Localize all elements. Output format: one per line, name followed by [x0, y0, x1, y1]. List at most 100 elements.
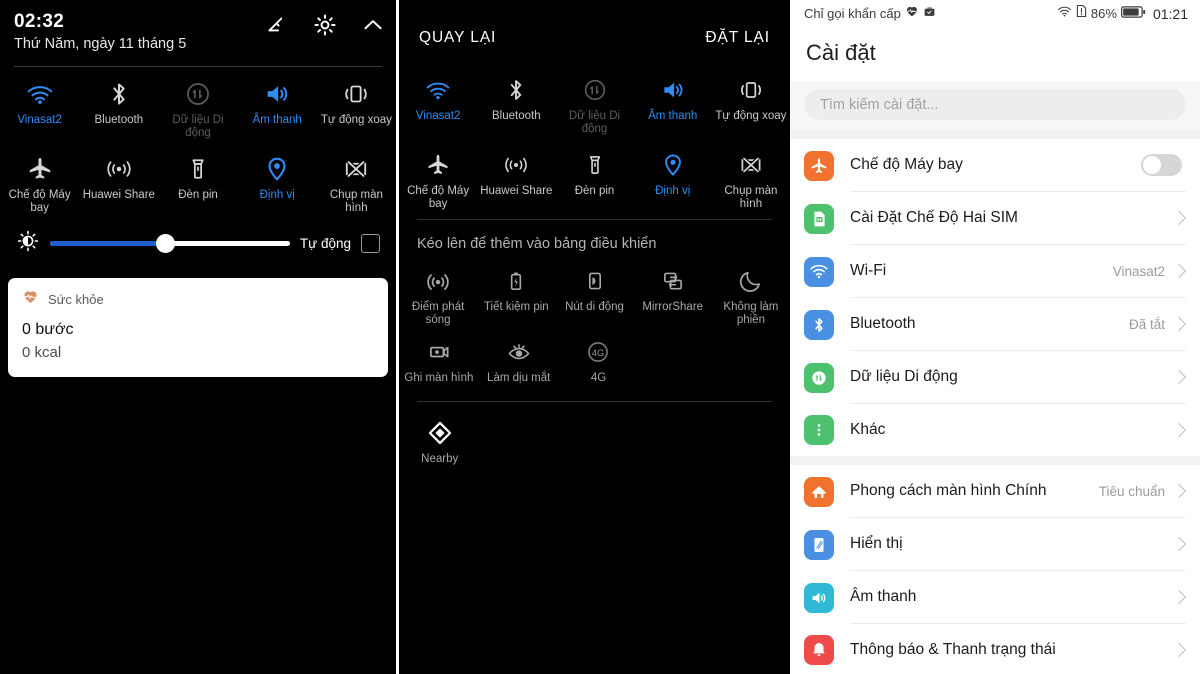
qs-tile-mobile-data[interactable]: Dữ liệu Di động — [158, 75, 237, 142]
settings-row-mobile-data[interactable]: Dữ liệu Di động — [790, 351, 1200, 404]
qs-tile-screenshot[interactable]: Chụp màn hình — [317, 150, 396, 217]
qs-label: Âm thanh — [648, 110, 698, 122]
qs-tile-bluetooth[interactable]: Bluetooth — [477, 71, 555, 138]
qs-label: Dữ liệu Di động — [172, 114, 224, 139]
reset-button[interactable]: ĐẶT LẠI — [705, 29, 770, 47]
qs-tile-mobile-data[interactable]: Dữ liệu Di động — [555, 71, 633, 138]
nearby-icon — [426, 418, 454, 448]
airplane-mode-toggle[interactable] — [1141, 154, 1182, 176]
qs-tile-airplane[interactable]: Chế độ Máy bay — [0, 150, 79, 217]
qs-tile-do-not-disturb[interactable]: Không làm phiền — [712, 260, 790, 329]
qs-label: Chế độ Máy bay — [8, 189, 71, 214]
brightness-slider-fill — [50, 241, 166, 246]
row-label: Bluetooth — [850, 315, 916, 332]
settings-row-sound[interactable]: Âm thanh — [790, 571, 1200, 624]
row-value: Vinasat2 — [1112, 263, 1165, 279]
settings-row-bluetooth[interactable]: Bluetooth Đã tắt — [790, 298, 1200, 351]
mobile-data-icon — [804, 362, 834, 393]
qs-tile-mirrorshare[interactable]: MirrorShare — [634, 260, 712, 329]
display-icon — [804, 529, 834, 560]
chevron-right-icon — [1171, 536, 1187, 552]
row-label: Âm thanh — [850, 588, 917, 605]
huawei-share-icon — [104, 154, 134, 184]
brightness-icon — [16, 229, 40, 258]
qs-tile-flashlight[interactable]: Đèn pin — [555, 146, 633, 213]
notification-card-health[interactable]: Sức khỏe 0 bước 0 kcal — [8, 278, 388, 377]
settings-row-notifications[interactable]: Thông báo & Thanh trạng thái — [790, 624, 1200, 674]
qs-tile-bluetooth[interactable]: Bluetooth — [79, 75, 158, 142]
carrier-label: Chỉ gọi khẩn cấp — [804, 6, 901, 21]
row-body: Bluetooth Đã tắt — [850, 298, 1187, 351]
settings-row-home-screen-style[interactable]: Phong cách màn hình Chính Tiêu chuẩn — [790, 465, 1200, 518]
sound-icon — [804, 582, 834, 613]
qs-tile-location[interactable]: Định vị — [634, 146, 712, 213]
qs-label: Định vị — [259, 189, 295, 201]
search-input[interactable]: Tìm kiếm cài đặt... — [804, 89, 1186, 120]
settings-row-wifi[interactable]: Wi-Fi Vinasat2 — [790, 245, 1200, 298]
qs-tile-location[interactable]: Định vị — [238, 150, 317, 217]
auto-brightness-checkbox[interactable] — [361, 234, 380, 253]
qs-label: Nút di động — [565, 301, 624, 313]
chevron-right-icon — [1171, 316, 1187, 332]
airplane-icon — [425, 150, 451, 180]
row-body: Wi-Fi Vinasat2 — [850, 245, 1187, 298]
chevron-right-icon — [1171, 210, 1187, 226]
settings-row-dual-sim[interactable]: Cài Đặt Chế Độ Hai SIM — [790, 192, 1200, 245]
brightness-slider-knob[interactable] — [156, 234, 176, 253]
qs-tile-battery-saver[interactable]: Tiết kiệm pin — [477, 260, 555, 329]
group-gap — [790, 130, 1200, 139]
qs-tile-wifi[interactable]: Vinasat2 — [399, 71, 477, 138]
edit-icon[interactable] — [264, 12, 290, 38]
qs-tile-screenshot[interactable]: Chụp màn hình — [712, 146, 790, 213]
qs-label: 4G — [590, 372, 607, 384]
qs-tile-floating-button[interactable]: Nút di động — [555, 260, 633, 329]
screen-record-icon — [426, 337, 452, 367]
qs-tile-huawei-share[interactable]: Huawei Share — [477, 146, 555, 213]
settings-row-display[interactable]: Hiển thị — [790, 518, 1200, 571]
auto-rotate-icon — [341, 79, 371, 109]
shade-header-actions — [264, 12, 386, 38]
qs-tile-sound[interactable]: Âm thanh — [238, 75, 317, 142]
chevron-up-icon[interactable] — [360, 12, 386, 38]
qs-tile-sound[interactable]: Âm thanh — [634, 71, 712, 138]
settings-status-bar: Chỉ gọi khẩn cấp 86% 01:21 — [790, 0, 1200, 27]
back-button[interactable]: QUAY LẠI — [419, 29, 496, 47]
qs-tile-auto-rotate[interactable]: Tự động xoay — [712, 71, 790, 138]
qs-tile-screen-record[interactable]: Ghi màn hình — [399, 331, 479, 387]
qs-label: Chế độ Máy bay — [407, 185, 470, 210]
qs-tile-auto-rotate[interactable]: Tự động xoay — [317, 75, 396, 142]
qs-tile-eye-comfort[interactable]: Làm dịu mắt — [479, 331, 559, 387]
brightness-slider[interactable] — [50, 234, 290, 253]
grid-spacer — [714, 331, 790, 387]
settings-row-more[interactable]: Khác — [790, 404, 1200, 456]
qs-tile-nearby[interactable]: Nearby — [399, 412, 480, 468]
edit-toolbar: QUAY LẠI ĐẶT LẠI — [399, 0, 790, 63]
page-title: Cài đặt — [790, 27, 1200, 81]
row-label: Dữ liệu Di động — [850, 368, 958, 385]
bluetooth-icon — [503, 75, 529, 105]
qs-label: Huawei Share — [480, 185, 553, 197]
settings-row-airplane-mode[interactable]: Chế độ Máy bay — [790, 139, 1200, 192]
qs-tile-wifi[interactable]: Vinasat2 — [0, 75, 79, 142]
battery-icon — [1120, 5, 1146, 23]
qs-label: Tự động xoay — [715, 110, 787, 122]
auto-rotate-icon — [737, 75, 765, 105]
qs-tile-huawei-share[interactable]: Huawei Share — [79, 150, 158, 217]
do-not-disturb-icon — [738, 266, 764, 296]
status-clock: 01:21 — [1152, 5, 1188, 22]
qs-label: Điểm phát sóng — [411, 301, 465, 326]
qs-tile-flashlight[interactable]: Đèn pin — [158, 150, 237, 217]
notification-shade-panel: 02:32 Thứ Năm, ngày 11 tháng 5 Vinasat2 … — [0, 0, 396, 674]
qs-tile-airplane[interactable]: Chế độ Máy bay — [399, 146, 477, 213]
sound-icon — [660, 75, 686, 105]
row-trailing — [1165, 642, 1187, 658]
qs-label: Chụp màn hình — [724, 185, 778, 210]
qs-tile-4g[interactable]: 4G 4G — [559, 331, 639, 387]
edit-active-row-1: Vinasat2 Bluetooth Dữ liệu Di động Âm th… — [399, 71, 790, 138]
qs-tile-hotspot[interactable]: Điểm phát sóng — [399, 260, 477, 329]
health-heart-icon — [905, 4, 919, 23]
settings-gear-icon[interactable] — [312, 12, 338, 38]
notification-steps: 0 bước — [22, 321, 74, 338]
edit-extra-row: Nearby — [399, 412, 790, 468]
sim-alert-icon — [1076, 4, 1087, 23]
